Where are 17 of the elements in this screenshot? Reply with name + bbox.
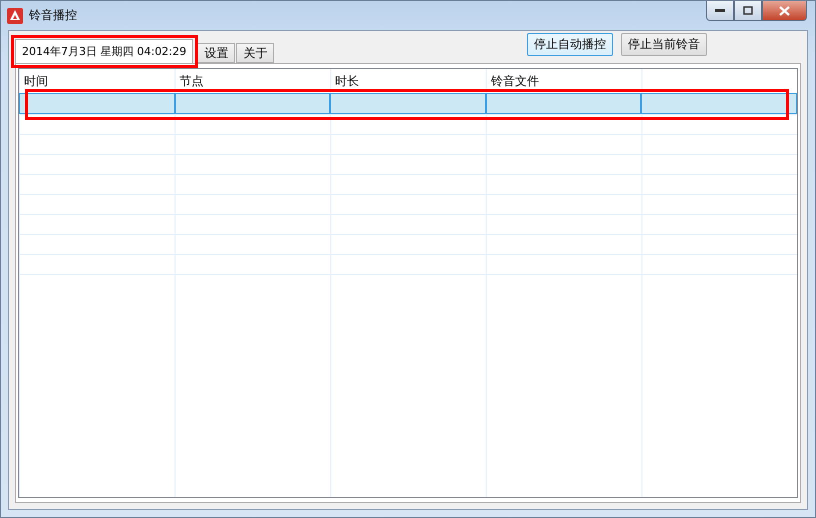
minimize-button[interactable] bbox=[706, 1, 734, 21]
column-header[interactable]: 时长 bbox=[335, 74, 360, 88]
app-icon bbox=[7, 8, 23, 24]
close-icon bbox=[779, 6, 790, 16]
tab[interactable]: 关于 bbox=[236, 43, 274, 63]
tab[interactable]: 设置 bbox=[197, 43, 236, 63]
window-title: 铃音播控 bbox=[29, 7, 77, 24]
column-header[interactable]: 铃音文件 bbox=[490, 74, 539, 88]
tab[interactable]: 2014年7月3日 星期四 04:02:29 bbox=[15, 39, 194, 63]
minimize-icon bbox=[715, 8, 725, 12]
action-button[interactable]: 停止自动播控 bbox=[527, 33, 613, 56]
maximize-icon bbox=[743, 6, 753, 15]
column-header[interactable]: 时间 bbox=[24, 74, 48, 88]
action-button[interactable]: 停止当前铃音 bbox=[621, 33, 707, 56]
close-button[interactable] bbox=[762, 1, 807, 21]
column-header[interactable]: 节点 bbox=[180, 74, 204, 88]
maximize-button[interactable] bbox=[734, 1, 762, 21]
